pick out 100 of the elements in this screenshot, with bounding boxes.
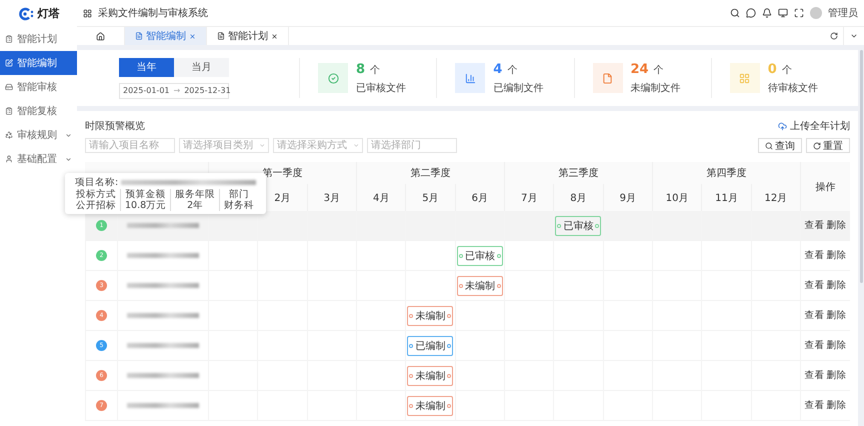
stat-unit: 个 — [370, 64, 380, 76]
column-header: 4月 — [356, 184, 406, 211]
bar-chart-icon — [464, 72, 476, 84]
date-range-field[interactable]: 2025-01-01 → 2025-12-31 — [119, 82, 229, 98]
column-header: 第四季度 — [652, 162, 800, 184]
tooltip-label: 项目名称: — [75, 176, 118, 189]
status-tag: 已审核 — [456, 246, 503, 266]
sidebar-item[interactable]: 基础配置 — [0, 147, 77, 171]
status-tag: 未编制 — [407, 396, 454, 416]
page-tab[interactable]: 智能编制 — [125, 27, 207, 45]
recycle-icon — [5, 131, 13, 139]
reset-button[interactable]: 重置 — [806, 138, 850, 153]
column-header: 12月 — [750, 184, 800, 211]
column-header: 第三季度 — [504, 162, 652, 184]
refresh-icon — [830, 32, 838, 40]
column-header: 10月 — [652, 184, 702, 211]
document-icon — [217, 32, 225, 40]
action-link[interactable]: 查看 — [804, 279, 824, 292]
edit-icon — [5, 59, 13, 67]
bell-icon[interactable] — [762, 8, 772, 18]
action-link[interactable]: 查看 — [804, 219, 824, 232]
action-link[interactable]: 删除 — [826, 249, 846, 262]
clipboard-icon — [5, 35, 13, 43]
scrollbar[interactable] — [860, 50, 862, 284]
column-header: 7月 — [504, 184, 554, 211]
blurred-name — [127, 313, 199, 318]
search-icon — [765, 142, 773, 150]
sidebar-item[interactable]: 智能计划 — [0, 27, 77, 51]
search-button[interactable]: 查询 — [758, 138, 802, 153]
tooltip-value: 2年 — [170, 200, 220, 211]
user-icon — [5, 155, 13, 163]
document-icon — [602, 72, 613, 84]
tooltip-value: 财务科 — [219, 200, 258, 211]
stat-unit: 个 — [654, 64, 664, 76]
sidebar-item[interactable]: 智能审核 — [0, 75, 77, 99]
action-link[interactable]: 删除 — [826, 279, 846, 292]
column-header: 6月 — [454, 184, 504, 211]
column-header: 第二季度 — [356, 162, 504, 184]
status-tag: 未编制 — [407, 306, 454, 326]
user-name[interactable]: 管理员 — [828, 6, 858, 20]
cloud-upload-icon — [778, 122, 787, 130]
tooltip-heading: 部门 — [219, 189, 258, 200]
filter-field[interactable]: 请选择项目类别 — [179, 138, 269, 153]
monitor-icon[interactable] — [778, 8, 788, 18]
check-icon — [328, 72, 338, 84]
filter-field[interactable]: 请输入项目名称 — [85, 138, 175, 153]
status-tag: 未编制 — [407, 366, 454, 386]
column-header: 3月 — [306, 184, 356, 211]
status-tag: 已编制 — [407, 336, 454, 356]
tooltip-heading: 投标方式 — [75, 189, 117, 200]
period-toggle[interactable]: 当年 — [119, 58, 174, 76]
stat-label: 待审核文件 — [768, 82, 818, 94]
tooltip-heading: 服务年限 — [170, 189, 220, 200]
stat-count: 24 — [630, 62, 649, 76]
app-title: 采购文件编制与审核系统 — [98, 6, 209, 20]
chat-icon[interactable] — [746, 8, 756, 18]
action-link[interactable]: 查看 — [804, 339, 824, 352]
blurred-name — [127, 343, 199, 348]
action-link[interactable]: 查看 — [804, 309, 824, 322]
stat-label: 已审核文件 — [356, 82, 406, 94]
clipboard-icon — [5, 107, 13, 115]
sidebar-item[interactable]: 智能复核 — [0, 99, 77, 123]
close-icon[interactable] — [271, 32, 278, 40]
stat-count: 8 — [356, 62, 366, 76]
stat-label: 未编制文件 — [630, 82, 680, 94]
stat-count: 4 — [493, 62, 502, 76]
status-tag: 未编制 — [456, 276, 503, 296]
column-header: 11月 — [701, 184, 751, 211]
column-header: 9月 — [602, 184, 652, 211]
blurred-name — [127, 283, 199, 288]
action-link[interactable]: 删除 — [826, 369, 846, 382]
sidebar-item[interactable]: 智能编制 — [0, 51, 77, 75]
action-link[interactable]: 查看 — [804, 369, 824, 382]
upload-link[interactable]: 上传全年计划 — [778, 119, 850, 133]
tooltip-heading: 预算金额 — [120, 189, 170, 200]
stat-label: 已编制文件 — [493, 82, 544, 94]
blurred-name — [127, 403, 199, 408]
action-link[interactable]: 删除 — [826, 309, 846, 322]
search-icon[interactable] — [730, 8, 740, 18]
tooltip-value: 公开招标 — [75, 200, 117, 211]
sidebar-item[interactable]: 审核规则 — [0, 123, 77, 147]
blurred-name — [127, 223, 199, 228]
home-icon — [96, 32, 105, 40]
column-header: 操作 — [800, 162, 850, 211]
column-header: 5月 — [405, 184, 455, 211]
menu-icon[interactable] — [83, 8, 92, 18]
stat-unit: 个 — [507, 64, 518, 76]
logo-text: 灯塔 — [38, 6, 60, 21]
action-link[interactable]: 删除 — [826, 339, 846, 352]
action-link[interactable]: 删除 — [826, 399, 846, 412]
fullscreen-icon[interactable] — [794, 8, 804, 18]
period-toggle[interactable]: 当月 — [174, 58, 229, 76]
stat-unit: 个 — [782, 64, 792, 76]
action-link[interactable]: 删除 — [826, 219, 846, 232]
stat-count: 0 — [768, 62, 777, 76]
action-link[interactable]: 查看 — [804, 249, 824, 262]
status-tag: 已审核 — [555, 216, 602, 236]
action-link[interactable]: 查看 — [804, 399, 824, 412]
blurred-name — [127, 373, 199, 378]
document-icon — [135, 32, 143, 40]
